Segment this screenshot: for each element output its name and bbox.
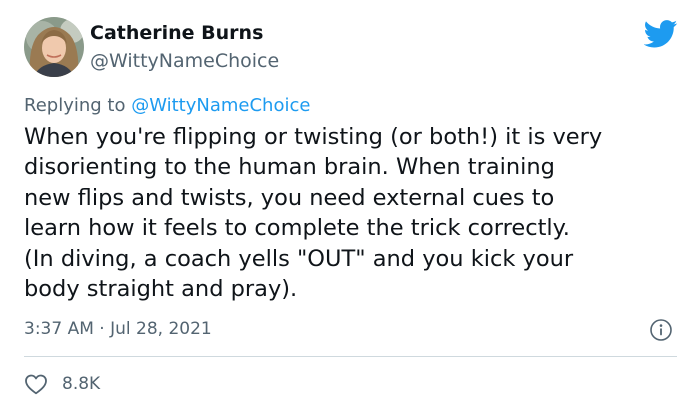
author-handle[interactable]: @WittyNameChoice (90, 50, 279, 72)
tweet-card: Catherine Burns @WittyNameChoice Replyin… (0, 0, 700, 411)
like-count: 8.8K (62, 374, 101, 394)
author-display-name[interactable]: Catherine Burns (90, 22, 263, 44)
avatar[interactable] (24, 17, 84, 77)
like-button[interactable]: 8.8K (24, 372, 100, 396)
tweet-text-line: body straight and pray). (24, 276, 298, 303)
tweet-timestamp[interactable]: 3:37 AM · Jul 28, 2021 (24, 319, 212, 339)
tweet-text-line: learn how it feels to complete the trick… (24, 215, 570, 242)
profile-photo-icon (24, 17, 84, 77)
info-icon[interactable] (649, 318, 673, 342)
replying-to: Replying to @WittyNameChoice (24, 95, 310, 116)
tweet-text-line: disorienting to the human brain. When tr… (24, 154, 555, 181)
twitter-bird-icon[interactable] (644, 20, 678, 48)
replying-to-prefix: Replying to (24, 95, 132, 116)
tweet-text: When you're flipping or twisting (or bot… (24, 122, 689, 304)
tweet-text-line: (In diving, a coach yells "OUT" and you … (24, 245, 574, 272)
heart-icon[interactable] (24, 373, 48, 395)
tweet-text-line: When you're flipping or twisting (or bot… (24, 124, 603, 150)
tweet-text-line: new flips and twists, you need external … (24, 184, 555, 211)
reply-mention-link[interactable]: @WittyNameChoice (131, 95, 310, 116)
divider (24, 356, 677, 357)
